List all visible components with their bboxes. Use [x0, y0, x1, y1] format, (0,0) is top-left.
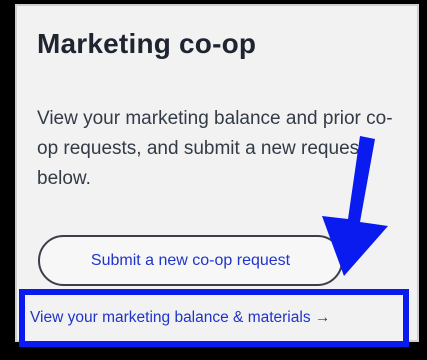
view-balance-materials-link[interactable]: View your marketing balance & materials …	[30, 309, 330, 327]
submit-coop-request-button[interactable]: Submit a new co-op request	[38, 235, 343, 286]
card-title: Marketing co-op	[37, 28, 257, 59]
card-description: View your marketing balance and prior co…	[37, 108, 393, 189]
highlight-box: View your marketing balance & materials …	[19, 289, 409, 347]
